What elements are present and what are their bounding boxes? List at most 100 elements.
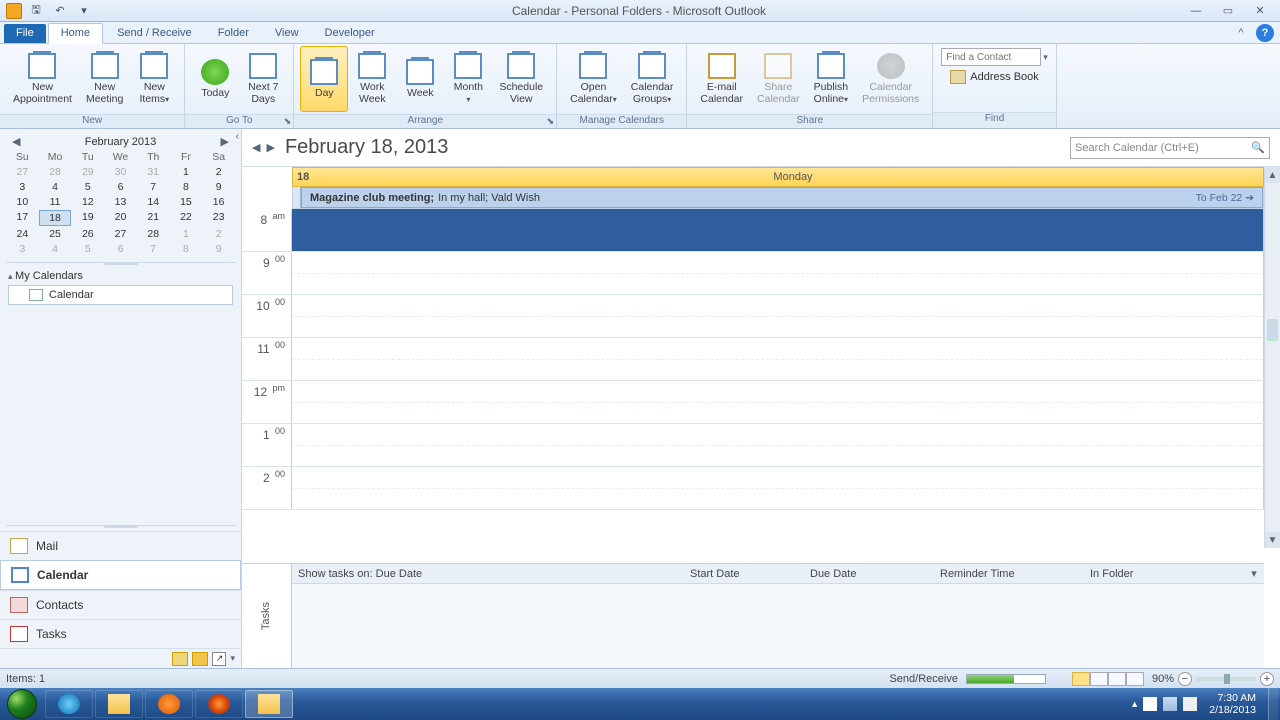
close-button[interactable]: ✕ <box>1248 3 1272 19</box>
tasks-col-start[interactable]: Start Date <box>684 568 804 580</box>
new-appointment-button[interactable]: NewAppointment <box>6 46 79 112</box>
vertical-scrollbar[interactable]: ▲ ▼ <box>1264 167 1280 548</box>
new-meeting-button[interactable]: NewMeeting <box>79 46 130 112</box>
hour-row[interactable]: 8 am <box>242 209 1264 252</box>
hour-cell[interactable] <box>292 209 1264 251</box>
calendar-checkbox-icon[interactable] <box>29 289 43 301</box>
hour-cell[interactable] <box>292 424 1264 466</box>
find-contact-input[interactable] <box>941 48 1041 66</box>
date-cell[interactable]: 9 <box>202 180 235 194</box>
date-cell[interactable]: 25 <box>39 227 72 241</box>
calendar-list-item[interactable]: Calendar <box>8 285 233 305</box>
date-cell[interactable]: 5 <box>71 180 104 194</box>
nav-contacts-button[interactable]: Contacts <box>0 590 241 619</box>
date-cell[interactable]: 18 <box>39 210 72 226</box>
scroll-down-icon[interactable]: ▼ <box>1265 532 1280 548</box>
date-cell[interactable]: 26 <box>71 227 104 241</box>
date-cell[interactable]: 2 <box>202 227 235 241</box>
qat-undo-icon[interactable]: ↶ <box>50 2 70 20</box>
date-cell[interactable]: 31 <box>137 165 170 179</box>
next-month-button[interactable]: ▶ <box>221 135 229 148</box>
share-calendar-button[interactable]: ShareCalendar <box>750 46 807 112</box>
day-header[interactable]: 18 Monday <box>292 167 1264 187</box>
tray-clock[interactable]: 7:30 AM 2/18/2013 <box>1203 692 1262 716</box>
date-cell[interactable]: 20 <box>104 210 137 226</box>
find-contact-dropdown-icon[interactable]: ▾ <box>1043 52 1048 63</box>
scroll-thumb[interactable] <box>1267 319 1278 341</box>
tasks-col-due[interactable]: Due Date <box>804 568 934 580</box>
date-cell[interactable]: 2 <box>202 165 235 179</box>
view-reading-button[interactable] <box>1126 672 1144 686</box>
date-cell[interactable]: 6 <box>104 180 137 194</box>
date-cell[interactable]: 27 <box>6 165 39 179</box>
nav-calendar-button[interactable]: Calendar <box>0 560 241 590</box>
tasks-col-folder[interactable]: In Folder <box>1084 568 1244 580</box>
allday-appointment[interactable]: Magazine club meeting; In my hall; Vald … <box>301 187 1263 208</box>
prev-day-button[interactable]: ◀ <box>252 141 260 154</box>
date-cell[interactable]: 6 <box>104 242 137 256</box>
week-view-button[interactable]: Week <box>396 46 444 112</box>
hour-row[interactable]: 11 00 <box>242 338 1264 381</box>
open-calendar-button[interactable]: OpenCalendar▾ <box>563 46 624 112</box>
tab-home[interactable]: Home <box>48 23 103 44</box>
date-cell[interactable]: 30 <box>104 165 137 179</box>
tasks-header[interactable]: Show tasks on: Due Date Start Date Due D… <box>292 564 1264 584</box>
tray-action-center-icon[interactable] <box>1143 697 1157 711</box>
date-cell[interactable]: 13 <box>104 195 137 209</box>
zoom-out-button[interactable]: − <box>1178 672 1192 686</box>
hour-cell[interactable] <box>292 338 1264 380</box>
hour-row[interactable]: 9 00 <box>242 252 1264 295</box>
taskbar-wmp[interactable] <box>145 690 193 718</box>
start-button[interactable] <box>0 688 44 720</box>
calendar-groups-button[interactable]: CalendarGroups▾ <box>624 46 681 112</box>
date-cell[interactable]: 17 <box>6 210 39 226</box>
qat-save-icon[interactable]: 🖫 <box>26 2 46 20</box>
tab-developer[interactable]: Developer <box>313 24 387 43</box>
calendar-permissions-button[interactable]: CalendarPermissions <box>855 46 926 112</box>
hour-cell[interactable] <box>292 252 1264 294</box>
show-desktop-button[interactable] <box>1268 688 1278 720</box>
hour-cell[interactable] <box>292 467 1264 509</box>
arrange-launcher-icon[interactable]: ⬊ <box>547 116 555 127</box>
date-cell[interactable]: 19 <box>71 210 104 226</box>
minimize-button[interactable]: — <box>1184 3 1208 19</box>
date-cell[interactable]: 9 <box>202 242 235 256</box>
hour-cell[interactable] <box>292 381 1264 423</box>
view-normal-button[interactable] <box>1072 672 1090 686</box>
date-cell[interactable]: 15 <box>170 195 203 209</box>
date-cell[interactable]: 14 <box>137 195 170 209</box>
view-list-button[interactable] <box>1108 672 1126 686</box>
hour-cell[interactable] <box>292 295 1264 337</box>
schedule-view-button[interactable]: ScheduleView <box>492 46 550 112</box>
date-cell[interactable]: 4 <box>39 180 72 194</box>
date-cell[interactable]: 27 <box>104 227 137 241</box>
date-cell[interactable]: 8 <box>170 180 203 194</box>
tab-send-receive[interactable]: Send / Receive <box>105 24 204 43</box>
publish-online-button[interactable]: PublishOnline▾ <box>807 46 855 112</box>
nav-tasks-button[interactable]: Tasks <box>0 619 241 648</box>
date-cell[interactable]: 23 <box>202 210 235 226</box>
next-day-button[interactable]: ▶ <box>266 141 274 154</box>
hour-row[interactable]: 1 00 <box>242 424 1264 467</box>
date-cell[interactable]: 22 <box>170 210 203 226</box>
my-calendars-header[interactable]: My Calendars <box>8 270 233 282</box>
date-cell[interactable]: 21 <box>137 210 170 226</box>
taskbar-outlook[interactable] <box>245 690 293 718</box>
tab-view[interactable]: View <box>263 24 311 43</box>
folder-shortcut-icon[interactable] <box>172 652 188 666</box>
date-cell[interactable]: 1 <box>170 227 203 241</box>
taskbar-firefox[interactable] <box>195 690 243 718</box>
month-view-button[interactable]: Month▾ <box>444 46 492 112</box>
date-cell[interactable]: 16 <box>202 195 235 209</box>
tab-folder[interactable]: Folder <box>206 24 261 43</box>
view-calendar-button[interactable] <box>1090 672 1108 686</box>
ribbon-minimize-icon[interactable]: ^ <box>1232 24 1250 42</box>
date-cell[interactable]: 3 <box>6 180 39 194</box>
date-cell[interactable]: 24 <box>6 227 39 241</box>
hour-row[interactable]: 12 pm <box>242 381 1264 424</box>
date-cell[interactable]: 8 <box>170 242 203 256</box>
date-cell[interactable]: 5 <box>71 242 104 256</box>
date-cell[interactable]: 28 <box>39 165 72 179</box>
tray-volume-icon[interactable] <box>1183 697 1197 711</box>
prev-month-button[interactable]: ◀ <box>12 135 20 148</box>
